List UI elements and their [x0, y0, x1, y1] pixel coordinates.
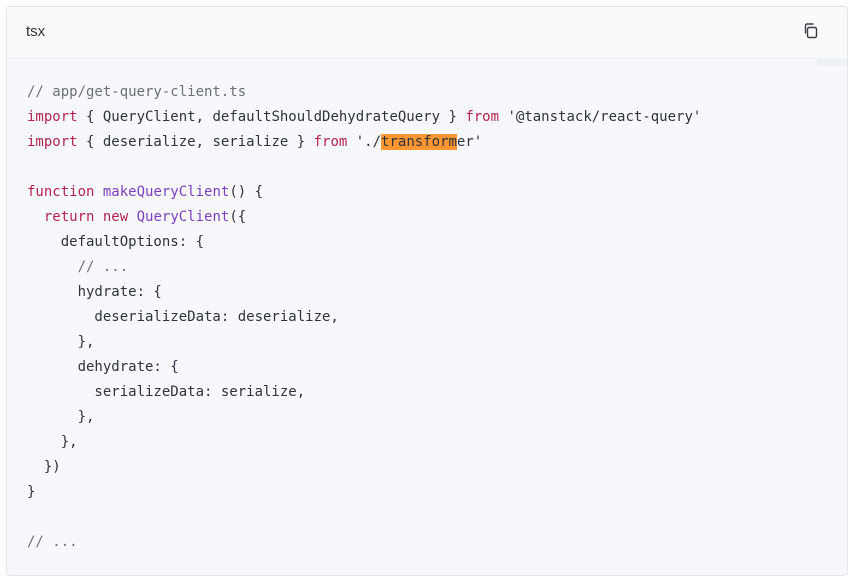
code-token: QueryClient: [136, 209, 230, 225]
code-line: deserializeData: deserialize,: [27, 305, 701, 330]
code-token: dehydrate: {: [27, 359, 179, 375]
code-line: }: [27, 480, 701, 505]
code-line: import { deserialize, serialize } from '…: [27, 130, 701, 155]
code-token: // ...: [77, 259, 129, 275]
code-line: // ...: [27, 255, 701, 280]
copy-button[interactable]: [801, 21, 821, 41]
code-token: // ...: [27, 534, 78, 550]
copy-icon: [804, 23, 818, 39]
code-token: // app/get-query-client.ts: [27, 84, 247, 100]
code-line: hydrate: {: [27, 280, 701, 305]
language-label: tsx: [26, 23, 46, 40]
code-line: defaultOptions: {: [27, 230, 701, 255]
code-token: import: [27, 109, 78, 125]
code-token: from: [465, 109, 500, 125]
code-token: return: [43, 209, 95, 225]
code-token: import: [27, 134, 78, 150]
code-token: },: [27, 409, 95, 425]
code-token: './: [347, 134, 382, 150]
code-token: er': [456, 134, 483, 150]
code-token: ({: [229, 209, 247, 225]
code-line: function makeQueryClient() {: [27, 180, 701, 205]
code-token: function: [27, 184, 95, 200]
code-line: serializeData: serialize,: [27, 380, 701, 405]
code-token: new: [102, 209, 129, 225]
code-token: from: [313, 134, 348, 150]
code-token: makeQueryClient: [102, 184, 230, 200]
code-line: dehydrate: {: [27, 355, 701, 380]
code-line: // ...: [27, 530, 701, 555]
horizontal-scroll-indicator[interactable]: [817, 58, 847, 66]
code-block-header: tsx: [7, 7, 847, 59]
code-token: deserializeData: deserialize,: [27, 309, 339, 325]
code-line: },: [27, 430, 701, 455]
code-block: tsx // app/get-query-client.ts import { Q…: [6, 6, 848, 576]
code-line: },: [27, 405, 701, 430]
code-token: () {: [229, 184, 264, 200]
code-token: }): [27, 459, 61, 475]
code-line: },: [27, 330, 701, 355]
code-content: // app/get-query-client.ts import { Query…: [27, 80, 701, 555]
code-token: serializeData: serialize,: [27, 384, 306, 400]
code-token: defaultOptions: {: [27, 234, 205, 250]
code-token: { QueryClient, defaultShouldDehydrateQue…: [77, 109, 466, 125]
code-line: import { QueryClient, defaultShouldDehyd…: [27, 105, 701, 130]
code-line: // app/get-query-client.ts: [27, 80, 701, 105]
code-line: }): [27, 455, 701, 480]
code-token: { deserialize, serialize }: [77, 134, 314, 150]
code-token: '@tanstack/react-query': [499, 109, 702, 125]
code-token: hydrate: {: [27, 284, 162, 300]
code-token: },: [27, 334, 95, 350]
search-highlight: transform: [381, 134, 457, 150]
code-line: return new QueryClient({: [27, 205, 701, 230]
code-token: },: [27, 434, 78, 450]
code-token: }: [27, 484, 36, 500]
